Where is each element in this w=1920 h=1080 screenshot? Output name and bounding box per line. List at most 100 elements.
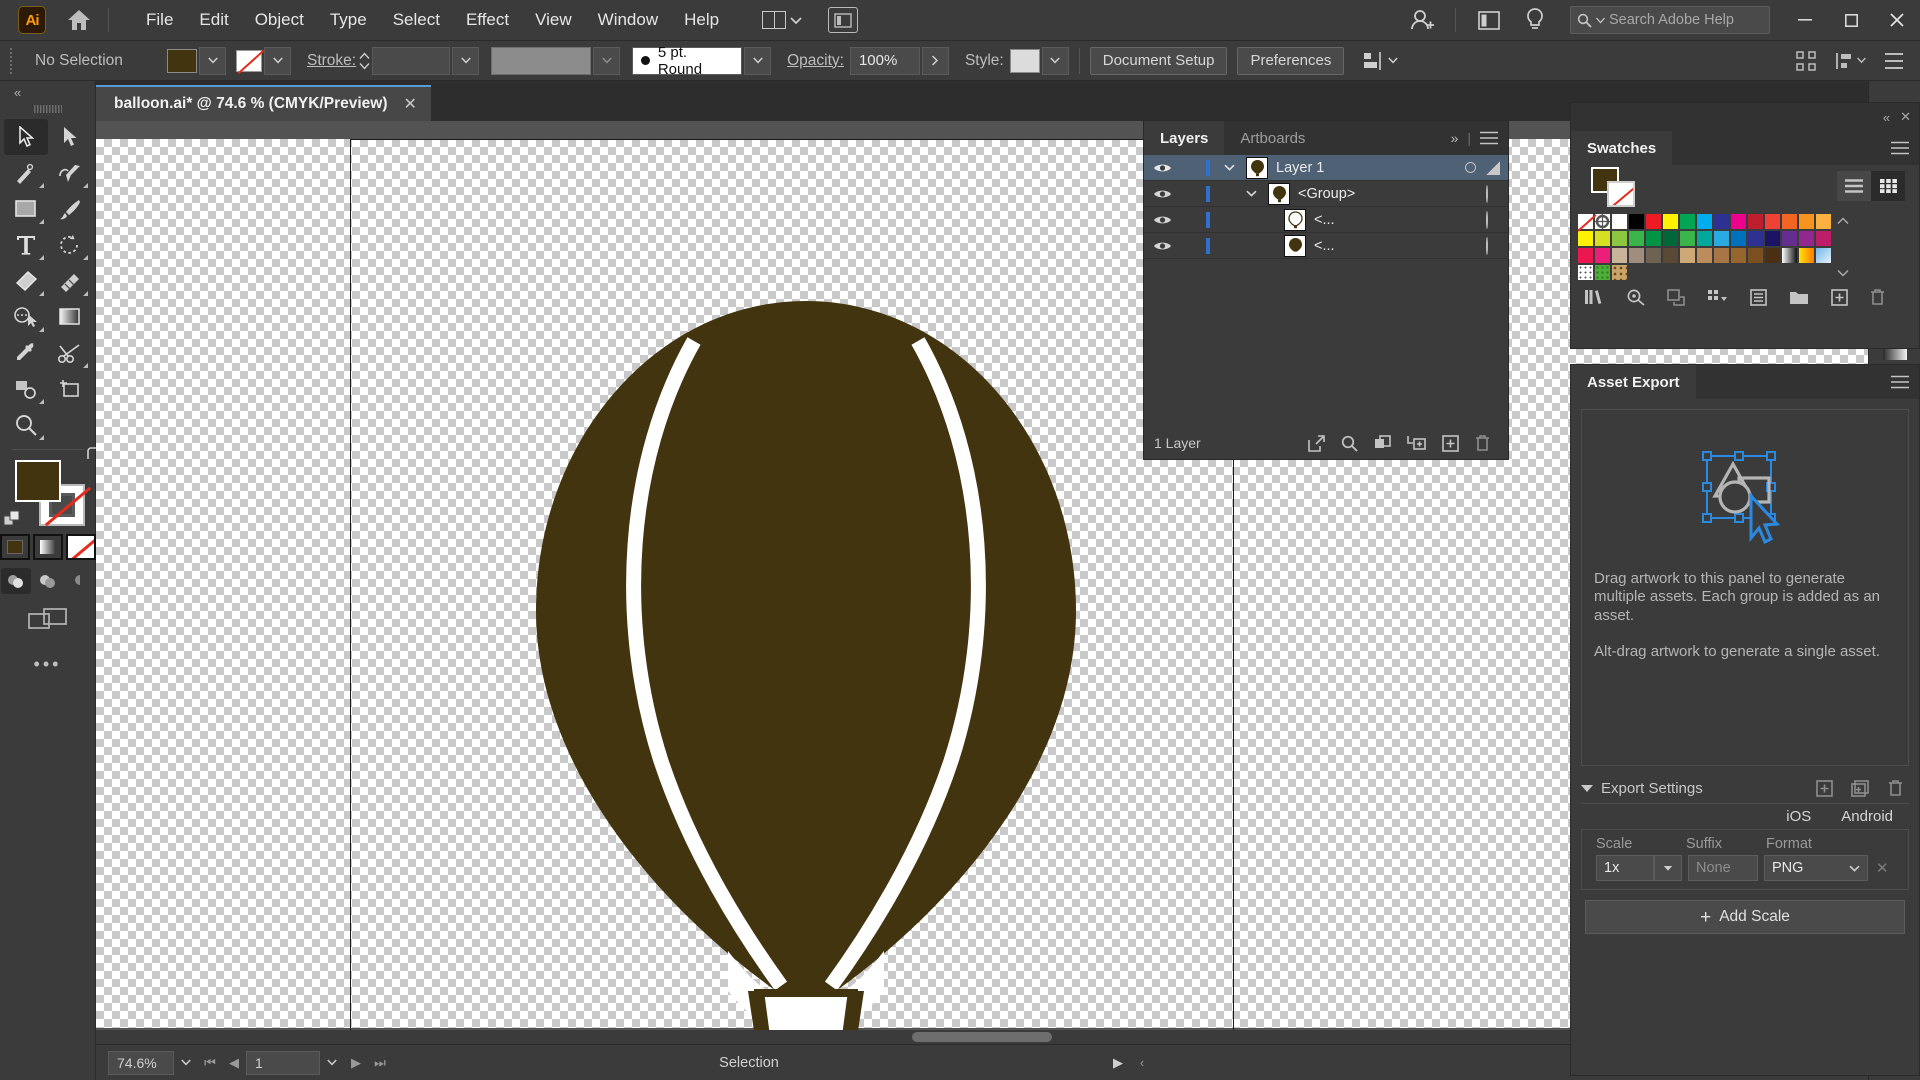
swatches-stroke-box[interactable] xyxy=(1607,181,1635,207)
draw-behind-button[interactable] xyxy=(33,568,63,594)
swatch[interactable] xyxy=(1730,230,1747,247)
arrange-grid-icon[interactable] xyxy=(1796,50,1816,71)
list-view-icon[interactable] xyxy=(1837,171,1871,201)
disclosure-triangle-icon[interactable] xyxy=(1581,785,1593,793)
stroke-swatch-none[interactable] xyxy=(236,49,262,72)
lightbulb-icon[interactable] xyxy=(1512,0,1558,41)
more-tools-button[interactable]: ••• xyxy=(34,654,62,675)
collapse-panels-icon[interactable]: « xyxy=(1883,110,1890,125)
swatch[interactable] xyxy=(1662,247,1679,264)
swatch[interactable] xyxy=(1815,230,1832,247)
artboard-number-field[interactable]: 1 xyxy=(246,1050,320,1075)
draw-normal-button[interactable] xyxy=(0,568,31,594)
swatch[interactable] xyxy=(1611,213,1628,230)
toolbar-collapse-icon[interactable]: « xyxy=(0,81,95,103)
swatch[interactable] xyxy=(1798,213,1815,230)
menu-edit[interactable]: Edit xyxy=(186,4,241,36)
layer-expand-chevron-icon[interactable] xyxy=(1218,164,1240,171)
swatch[interactable] xyxy=(1815,213,1832,230)
rotate-tool[interactable] xyxy=(48,227,92,263)
swatch[interactable] xyxy=(1662,230,1679,247)
menu-view[interactable]: View xyxy=(522,4,585,36)
brush-chevron-icon[interactable] xyxy=(744,46,772,75)
swatch[interactable] xyxy=(1645,247,1662,264)
last-artboard-icon[interactable]: ⏭ xyxy=(368,1050,392,1076)
show-swatch-kinds-icon[interactable] xyxy=(1667,288,1685,306)
layer-row-layer1[interactable]: Layer 1 xyxy=(1144,155,1508,181)
swatch[interactable] xyxy=(1764,230,1781,247)
swatch[interactable] xyxy=(1730,247,1747,264)
default-fill-stroke-icon[interactable] xyxy=(3,510,23,530)
menu-object[interactable]: Object xyxy=(242,4,317,36)
scissors-tool[interactable] xyxy=(48,335,92,371)
target-indicator-icon[interactable] xyxy=(1465,162,1476,173)
swatch[interactable] xyxy=(1713,230,1730,247)
visibility-toggle-icon[interactable] xyxy=(1144,240,1180,252)
add-scale-button[interactable]: + Add Scale xyxy=(1585,900,1905,935)
status-menu-icon[interactable]: ▶ xyxy=(1106,1050,1130,1076)
magic-wand-tool[interactable] xyxy=(4,155,48,191)
swatch[interactable] xyxy=(1679,230,1696,247)
swatch[interactable] xyxy=(1747,213,1764,230)
swatch-options-icon[interactable] xyxy=(1707,289,1728,306)
status-resize-icon[interactable]: ‹ xyxy=(1130,1050,1154,1076)
swatch-libraries-icon[interactable] xyxy=(1585,289,1604,305)
type-tool[interactable] xyxy=(4,227,48,263)
create-sublayer-icon[interactable] xyxy=(1407,435,1426,452)
layer-name[interactable]: <... xyxy=(1314,238,1335,254)
layer-name[interactable]: Layer 1 xyxy=(1276,160,1324,176)
width-tool[interactable] xyxy=(48,263,92,299)
locate-object-icon[interactable] xyxy=(1341,435,1358,452)
create-new-layer-icon[interactable] xyxy=(1442,434,1459,452)
swatches-grid[interactable] xyxy=(1577,213,1832,281)
new-color-group-icon[interactable] xyxy=(1750,288,1767,306)
platform-android-button[interactable]: Android xyxy=(1841,808,1893,825)
selection-tool[interactable] xyxy=(3,119,48,155)
align-panel-button[interactable] xyxy=(1834,51,1866,71)
zoom-chevron-icon[interactable] xyxy=(174,1050,198,1076)
swatch[interactable] xyxy=(1781,230,1798,247)
swatch[interactable] xyxy=(1730,213,1747,230)
graphic-style-swatch[interactable] xyxy=(1009,48,1040,73)
swatch[interactable] xyxy=(1696,247,1713,264)
fill-color-box[interactable] xyxy=(14,460,61,502)
swatch[interactable] xyxy=(1645,230,1662,247)
swatch[interactable] xyxy=(1798,230,1815,247)
stroke-swatch-control[interactable] xyxy=(236,46,291,75)
swatch[interactable] xyxy=(1577,213,1597,232)
make-clipping-mask-icon[interactable] xyxy=(1374,434,1391,452)
eraser-tool[interactable] xyxy=(4,263,48,299)
previous-artboard-icon[interactable]: ◀ xyxy=(222,1050,246,1076)
color-mode-button[interactable] xyxy=(0,534,30,560)
swatch[interactable] xyxy=(1696,230,1713,247)
rectangle-tool[interactable] xyxy=(4,191,48,227)
swatches-panel-menu-icon[interactable] xyxy=(1891,141,1909,155)
tab-asset-export[interactable]: Asset Export xyxy=(1571,365,1696,399)
format-select[interactable]: PNG xyxy=(1764,855,1868,882)
menu-help[interactable]: Help xyxy=(671,4,732,36)
swatch[interactable] xyxy=(1798,247,1815,264)
close-tab-icon[interactable]: ✕ xyxy=(404,94,417,114)
add-account-icon[interactable] xyxy=(1399,0,1445,41)
hot-air-balloon-artwork[interactable] xyxy=(476,291,1136,1044)
toolbar-grip[interactable] xyxy=(33,105,62,113)
profile-chevron-icon[interactable] xyxy=(593,46,621,75)
swatch[interactable] xyxy=(1662,213,1679,230)
swatch[interactable] xyxy=(1781,213,1798,230)
gradient-mode-button[interactable] xyxy=(32,534,63,560)
swatch[interactable] xyxy=(1628,213,1645,230)
suffix-field[interactable]: None xyxy=(1688,855,1758,882)
layer-name[interactable]: <Group> xyxy=(1298,186,1355,202)
target-indicator-icon[interactable] xyxy=(1486,184,1488,203)
minimize-button[interactable] xyxy=(1782,0,1828,41)
document-tab[interactable]: balloon.ai* @ 74.6 % (CMYK/Preview) ✕ xyxy=(96,85,431,121)
swatch[interactable] xyxy=(1628,247,1645,264)
new-folder-icon[interactable] xyxy=(1789,289,1809,305)
swatch[interactable] xyxy=(1611,264,1628,281)
swatch[interactable] xyxy=(1577,230,1594,247)
swatch[interactable] xyxy=(1713,213,1730,230)
slice-tool[interactable] xyxy=(48,371,92,407)
swatch[interactable] xyxy=(1781,247,1798,264)
brush-definition-field[interactable]: 5 pt. Round xyxy=(632,44,743,78)
visibility-toggle-icon[interactable] xyxy=(1144,162,1180,174)
